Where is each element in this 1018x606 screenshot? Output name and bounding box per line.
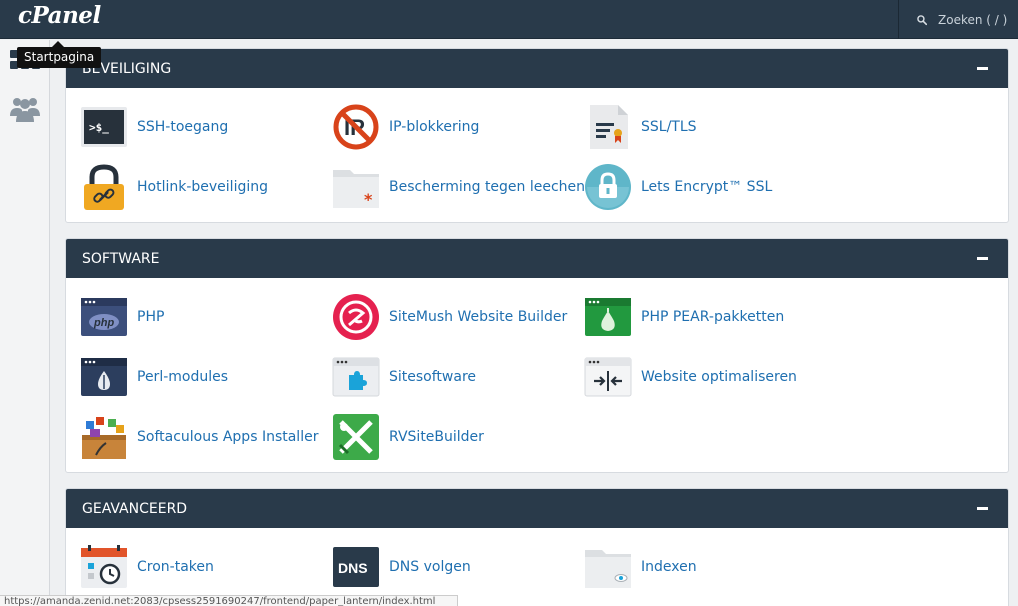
app-item-sitemush[interactable]: SiteMush Website Builder — [332, 292, 567, 342]
app-item-softaculous[interactable]: Softaculous Apps Installer — [80, 412, 318, 462]
app-item-hotlink[interactable]: Hotlink-beveiliging — [80, 162, 268, 212]
app-label: Cron-taken — [137, 559, 214, 575]
cpanel-logo[interactable]: cPanel — [18, 2, 101, 29]
users-icon[interactable] — [10, 94, 40, 124]
collapse-icon[interactable] — [977, 507, 988, 510]
app-item-rvsitebuilder[interactable]: RVSiteBuilder — [332, 412, 484, 462]
php-icon: php — [81, 298, 127, 336]
section-header[interactable]: SOFTWARE — [66, 239, 1008, 278]
collapse-icon[interactable] — [977, 257, 988, 260]
search-box[interactable] — [899, 0, 1018, 39]
svg-text:php: php — [93, 317, 114, 329]
search-icon — [917, 14, 927, 25]
app-item-ip-blocker[interactable]: IP IP-blokkering — [332, 102, 479, 152]
protected-folder-icon: * — [333, 170, 379, 209]
certificate-icon — [590, 105, 628, 149]
lets-encrypt-icon — [585, 164, 631, 210]
svg-text:>$_: >$_ — [89, 121, 109, 134]
terminal-icon: >$_ — [81, 107, 127, 147]
puzzle-icon — [332, 357, 380, 397]
section-header[interactable]: BEVEILIGING — [66, 49, 1008, 88]
optimize-icon — [584, 357, 632, 397]
app-label: Sitesoftware — [389, 369, 477, 385]
sidebar-tooltip: Startpagina — [17, 47, 102, 68]
app-item-ssh[interactable]: >$_ SSH-toegang — [80, 102, 228, 152]
sitemush-icon — [333, 294, 379, 340]
app-item-lets-encrypt[interactable]: Lets Encrypt™ SSL — [584, 162, 772, 212]
softaculous-icon — [82, 417, 126, 459]
svg-text:DNS: DNS — [338, 560, 368, 576]
app-item-indexes[interactable]: Indexen — [584, 542, 697, 592]
app-label: IP-blokkering — [389, 119, 480, 135]
section-title: GEAVANCEERD — [82, 500, 188, 517]
svg-text:*: * — [364, 190, 373, 209]
collapse-icon[interactable] — [977, 67, 988, 70]
dns-icon: DNS — [333, 547, 379, 587]
app-item-cron[interactable]: Cron-taken — [80, 542, 214, 592]
sidebar — [0, 40, 50, 606]
app-item-php[interactable]: php PHP — [80, 292, 164, 342]
top-navigation-bar: cPanel — [0, 0, 1018, 39]
section-header[interactable]: GEAVANCEERD — [66, 489, 1008, 528]
app-item-optimize[interactable]: Website optimaliseren — [584, 352, 797, 402]
app-label: RVSiteBuilder — [389, 429, 484, 445]
app-label: Indexen — [641, 559, 697, 575]
app-label: Softaculous Apps Installer — [137, 429, 319, 445]
app-item-perl[interactable]: Perl-modules — [80, 352, 228, 402]
app-label: SSL/TLS — [641, 119, 697, 135]
app-label: SSH-toegang — [137, 119, 229, 135]
app-label: Perl-modules — [137, 369, 229, 385]
section-advanced: GEAVANCEERD Cron-taken DNS DNS volgen In… — [65, 488, 1009, 606]
folder-eye-icon — [585, 550, 631, 588]
browser-status-bar: https://amanda.zenid.net:2083/cpsess2591… — [0, 595, 458, 606]
app-item-site-software[interactable]: Sitesoftware — [332, 352, 476, 402]
rvsitebuilder-icon — [333, 414, 379, 460]
app-label: Website optimaliseren — [641, 369, 797, 385]
app-label: Bescherming tegen leechen — [389, 179, 586, 195]
app-label: SiteMush Website Builder — [389, 309, 568, 325]
search-input[interactable] — [938, 12, 1018, 27]
ip-block-icon: IP — [333, 104, 379, 150]
calendar-clock-icon — [81, 545, 127, 588]
app-item-leech-protect[interactable]: * Bescherming tegen leechen — [332, 162, 585, 212]
section-security: BEVEILIGING >$_ SSH-toegang IP IP-blokke… — [65, 48, 1009, 223]
app-item-dns-track[interactable]: DNS DNS volgen — [332, 542, 471, 592]
app-item-ssl-tls[interactable]: SSL/TLS — [584, 102, 697, 152]
app-label: PHP PEAR-pakketten — [641, 309, 785, 325]
app-label: Lets Encrypt™ SSL — [641, 179, 773, 195]
app-label: Hotlink-beveiliging — [137, 179, 268, 195]
padlock-link-icon — [84, 164, 124, 210]
app-label: DNS volgen — [389, 559, 471, 575]
php-pear-icon — [585, 298, 631, 336]
section-title: SOFTWARE — [82, 250, 160, 267]
app-label: PHP — [137, 309, 165, 325]
section-software: SOFTWARE php PHP SiteMush Website Builde… — [65, 238, 1009, 473]
perl-icon — [81, 358, 127, 396]
app-item-php-pear[interactable]: PHP PEAR-pakketten — [584, 292, 784, 342]
